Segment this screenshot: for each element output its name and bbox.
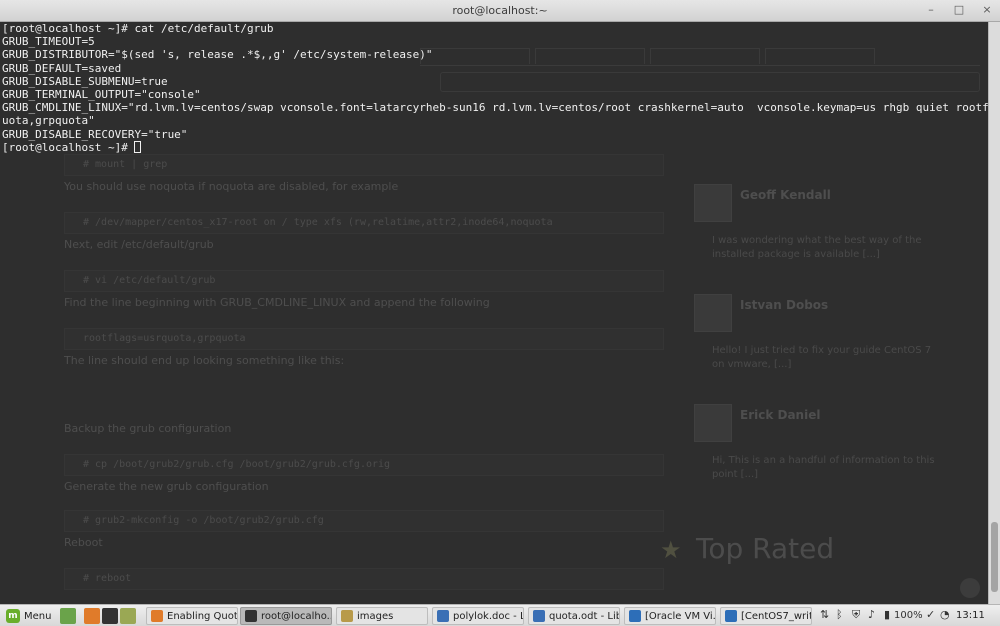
ghost-code-block: # cp /boot/grub2/grub.cfg /boot/grub2/gr… — [64, 454, 664, 476]
task-label: root@localho... — [261, 610, 332, 622]
terminal-prompt: [root@localhost ~]# — [2, 140, 135, 154]
virtualbox-icon — [629, 610, 641, 622]
task-writer-polylok[interactable]: polylok.doc - L... — [432, 607, 524, 625]
menu-label: Menu — [24, 610, 52, 622]
battery-icon[interactable]: ▮ — [884, 608, 890, 621]
ghost-comment-text: I was wondering what the best way of the… — [712, 235, 922, 260]
terminal-line: GRUB_DISABLE_RECOVERY="true" — [2, 127, 188, 141]
terminal-line: GRUB_TERMINAL_OUTPUT="console" — [2, 88, 201, 102]
shield-icon[interactable]: ⛨ — [852, 608, 860, 622]
window-controls: – □ × — [924, 3, 994, 17]
virtualbox-icon — [725, 610, 737, 622]
close-button[interactable]: × — [980, 3, 994, 17]
task-images-folder[interactable]: images — [336, 607, 428, 625]
ghost-code-block: # reboot — [64, 568, 664, 590]
window-titlebar: root@localhost:~ – □ × — [0, 0, 1000, 22]
document-icon — [437, 610, 449, 622]
terminal-line: GRUB_DISABLE_SUBMENU=true — [2, 74, 168, 88]
terminal-prompt-line: [root@localhost ~]# — [2, 140, 988, 154]
mint-logo-icon: m — [6, 609, 20, 623]
task-label: Enabling Quot... — [167, 610, 238, 622]
ghost-paragraph: Find the line beginning with GRUB_CMDLIN… — [64, 296, 490, 309]
task-label: polylok.doc - L... — [453, 610, 523, 622]
ghost-comment-author: Erick Daniel — [740, 408, 821, 422]
ghost-sidebar-heading: Top Rated — [696, 532, 835, 565]
terminal-line: GRUB_DEFAULT=saved — [2, 61, 122, 75]
ghost-code-block: # /dev/mapper/centos_x17-root on / type … — [64, 212, 664, 234]
task-label: images — [357, 610, 394, 622]
ghost-code-block: rootflags=usrquota,grpquota — [64, 328, 664, 350]
minimize-button[interactable]: – — [924, 3, 938, 17]
ghost-scroll-top-button — [960, 578, 980, 598]
folder-icon — [341, 610, 353, 622]
ghost-comment-author: Istvan Dobos — [740, 298, 829, 312]
task-firefox[interactable]: Enabling Quot... — [146, 607, 238, 625]
ghost-paragraph: The line should end up looking something… — [64, 354, 345, 367]
ghost-paragraph: Generate the new grub configuration — [64, 480, 269, 493]
terminal-scrollbar[interactable] — [988, 22, 1000, 604]
ghost-comment-text: Hi, This is an a handful of information … — [712, 455, 935, 480]
update-shield-icon[interactable]: ✓ — [926, 608, 935, 621]
firefox-icon[interactable] — [84, 608, 100, 624]
terminal-line: [root@localhost ~]# cat /etc/default/gru… — [2, 22, 274, 35]
terminal-line: GRUB_DISTRIBUTOR="$(sed 's, release .*$,… — [2, 48, 433, 62]
terminal-cursor — [134, 140, 142, 153]
task-label: [Oracle VM Vi... — [645, 610, 716, 622]
task-label: quota.odt - Lib... — [549, 610, 619, 622]
files-launcher-icon[interactable] — [120, 608, 136, 624]
scrollbar-thumb[interactable] — [991, 522, 998, 592]
ghost-paragraph: Next, edit /etc/default/grub — [64, 238, 214, 251]
task-terminal[interactable]: root@localho... — [240, 607, 332, 625]
bluetooth-icon[interactable]: ᛒ — [836, 608, 843, 621]
clock[interactable]: 13:11 — [956, 610, 985, 621]
show-desktop-icon[interactable] — [60, 608, 76, 624]
ghost-paragraph: You should use noquota if noquota are di… — [64, 180, 399, 193]
ghost-comment-text: Hello! I just tried to fix your guide Ce… — [712, 345, 932, 370]
wifi-icon[interactable]: ◔ — [940, 608, 950, 621]
terminal-area[interactable]: # mount | grep You should use noquota if… — [0, 22, 988, 604]
terminal-launcher-icon[interactable] — [102, 608, 118, 624]
ghost-paragraph: Backup the grub configuration — [64, 422, 232, 435]
ghost-avatar — [694, 294, 732, 332]
ghost-avatar — [694, 404, 732, 442]
maximize-button[interactable]: □ — [952, 3, 966, 17]
window-title: root@localhost:~ — [452, 4, 548, 17]
volume-icon[interactable]: ♪ — [868, 608, 875, 621]
star-icon: ★ — [660, 536, 682, 564]
ghost-code-block: # mount | grep — [64, 154, 664, 176]
task-writer-quota[interactable]: quota.odt - Lib... — [528, 607, 620, 625]
network-icon[interactable]: ⇅ — [820, 608, 829, 621]
task-virtualbox[interactable]: [Oracle VM Vi... — [624, 607, 716, 625]
terminal-line: GRUB_TIMEOUT=5 — [2, 35, 95, 49]
ghost-avatar — [694, 184, 732, 222]
terminal-line: GRUB_CMDLINE_LINUX="rd.lvm.lv=centos/swa… — [2, 101, 988, 115]
task-label: [CentOS7_writ... — [741, 610, 811, 622]
taskbar: m Menu Enabling Quot... root@localho... … — [0, 604, 1000, 626]
start-menu-button[interactable]: m Menu — [2, 607, 55, 625]
task-virtualbox-centos[interactable]: [CentOS7_writ... — [720, 607, 812, 625]
ghost-paragraph: Reboot — [64, 536, 103, 549]
ghost-code-block: # vi /etc/default/grub — [64, 270, 664, 292]
ghost-code-block: # grub2-mkconfig -o /boot/grub2/grub.cfg — [64, 510, 664, 532]
firefox-icon — [151, 610, 163, 622]
terminal-icon — [245, 610, 257, 622]
document-icon — [533, 610, 545, 622]
terminal-line: uota,grpquota" — [2, 114, 95, 128]
terminal-output: [root@localhost ~]# cat /etc/default/gru… — [2, 22, 988, 154]
battery-percent: 100% — [894, 610, 923, 621]
ghost-comment-author: Geoff Kendall — [740, 188, 831, 202]
